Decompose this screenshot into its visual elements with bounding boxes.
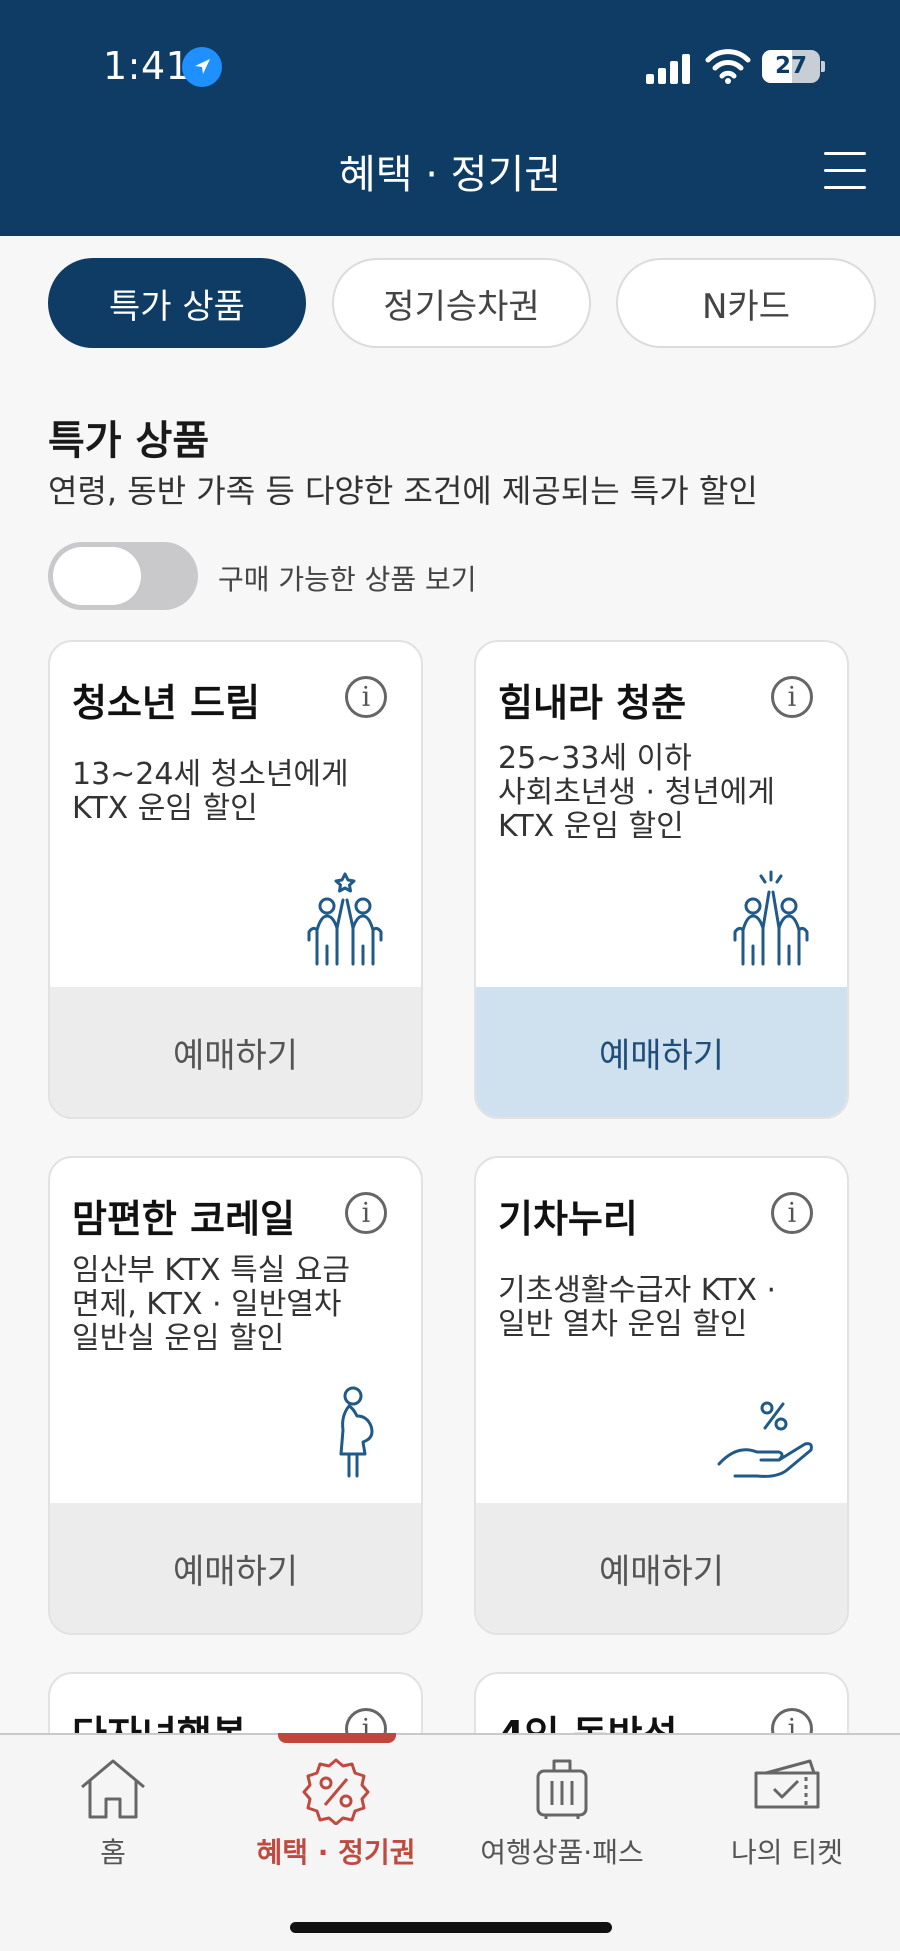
tab-special-offers[interactable]: 특가 상품 bbox=[48, 258, 306, 348]
tab-n-card[interactable]: N카드 bbox=[616, 258, 876, 348]
signal-icon bbox=[646, 52, 692, 84]
toggle-knob bbox=[53, 547, 141, 605]
offer-description: 기초생활수급자 KTX · 일반 열차 운임 할인 bbox=[498, 1273, 777, 1342]
battery-level: 27 bbox=[774, 53, 807, 79]
offer-card[interactable]: 힘내라 청춘 i 25~33세 이하 사회초년생 · 청년에게 KTX 운임 할… bbox=[474, 640, 849, 1119]
hamburger-menu-icon[interactable] bbox=[824, 150, 866, 192]
nav-label: 여행상품·패스 bbox=[480, 1836, 644, 1869]
active-tab-indicator bbox=[278, 1733, 396, 1743]
offer-card[interactable]: 맘편한 코레일 i 임산부 KTX 특실 요금 면제, KTX · 일반열차 일… bbox=[48, 1156, 423, 1635]
discount-hand-icon bbox=[717, 1398, 817, 1486]
nav-benefits[interactable]: 혜택 · 정기권 bbox=[226, 1735, 446, 1885]
youth-high-five-icon bbox=[299, 870, 391, 970]
section-title: 특가 상품 bbox=[48, 418, 210, 464]
page-title: 혜택 · 정기권 bbox=[338, 152, 562, 198]
reserve-button[interactable]: 예매하기 bbox=[50, 987, 421, 1117]
home-icon bbox=[81, 1759, 145, 1819]
info-icon[interactable]: i bbox=[771, 1192, 813, 1234]
pregnant-woman-icon bbox=[337, 1386, 377, 1482]
discount-badge-icon bbox=[302, 1758, 370, 1825]
offer-description: 임산부 KTX 특실 요금 면제, KTX · 일반열차 일반실 운임 할인 bbox=[72, 1253, 351, 1356]
reserve-button[interactable]: 예매하기 bbox=[50, 1503, 421, 1633]
offer-title: 청소년 드림 bbox=[72, 681, 261, 725]
category-tabs: 특가 상품 정기승차권 N카드 bbox=[0, 258, 900, 352]
status-time: 1:41 bbox=[103, 44, 191, 88]
nav-label: 혜택 · 정기권 bbox=[256, 1836, 416, 1869]
offer-title: 맘편한 코레일 bbox=[72, 1197, 295, 1241]
offer-title: 힘내라 청춘 bbox=[498, 681, 687, 725]
reserve-button[interactable]: 예매하기 bbox=[476, 1503, 847, 1633]
tab-commuter-pass[interactable]: 정기승차권 bbox=[332, 258, 591, 348]
offer-description: 13~24세 청소년에게 KTX 운임 할인 bbox=[72, 757, 349, 826]
ticket-icon bbox=[754, 1759, 820, 1809]
section-description: 연령, 동반 가족 등 다양한 조건에 제공되는 특가 할인 bbox=[48, 472, 758, 510]
offer-description: 25~33세 이하 사회초년생 · 청년에게 KTX 운임 할인 bbox=[498, 741, 776, 844]
offer-card[interactable]: 청소년 드림 i 13~24세 청소년에게 KTX 운임 할인 예매하기 bbox=[48, 640, 423, 1119]
info-icon[interactable]: i bbox=[771, 676, 813, 718]
nav-my-tickets[interactable]: 나의 티켓 bbox=[677, 1735, 897, 1885]
luggage-icon bbox=[536, 1759, 588, 1819]
battery-icon: 27 bbox=[762, 50, 820, 83]
nav-label: 나의 티켓 bbox=[731, 1836, 843, 1869]
app-header: 1:41 27 혜택 · 정기권 bbox=[0, 0, 900, 236]
bottom-navigation: 홈 혜택 · 정기권 여행상품·패스 나의 티켓 bbox=[0, 1733, 900, 1951]
info-icon[interactable]: i bbox=[345, 676, 387, 718]
cheer-high-five-icon bbox=[725, 870, 817, 970]
location-arrow-icon bbox=[182, 47, 222, 87]
battery-tip bbox=[821, 61, 825, 72]
offer-card[interactable]: 기차누리 i 기초생활수급자 KTX · 일반 열차 운임 할인 예매하기 bbox=[474, 1156, 849, 1635]
wifi-icon bbox=[705, 48, 751, 84]
offer-title: 기차누리 bbox=[498, 1197, 638, 1241]
reserve-button[interactable]: 예매하기 bbox=[476, 987, 847, 1117]
info-icon[interactable]: i bbox=[345, 1192, 387, 1234]
nav-label: 홈 bbox=[100, 1836, 126, 1869]
nav-home[interactable]: 홈 bbox=[3, 1735, 223, 1885]
home-indicator bbox=[290, 1922, 612, 1933]
nav-travel[interactable]: 여행상품·패스 bbox=[452, 1735, 672, 1885]
toggle-label: 구매 가능한 상품 보기 bbox=[218, 563, 477, 596]
available-only-toggle[interactable] bbox=[48, 542, 198, 610]
